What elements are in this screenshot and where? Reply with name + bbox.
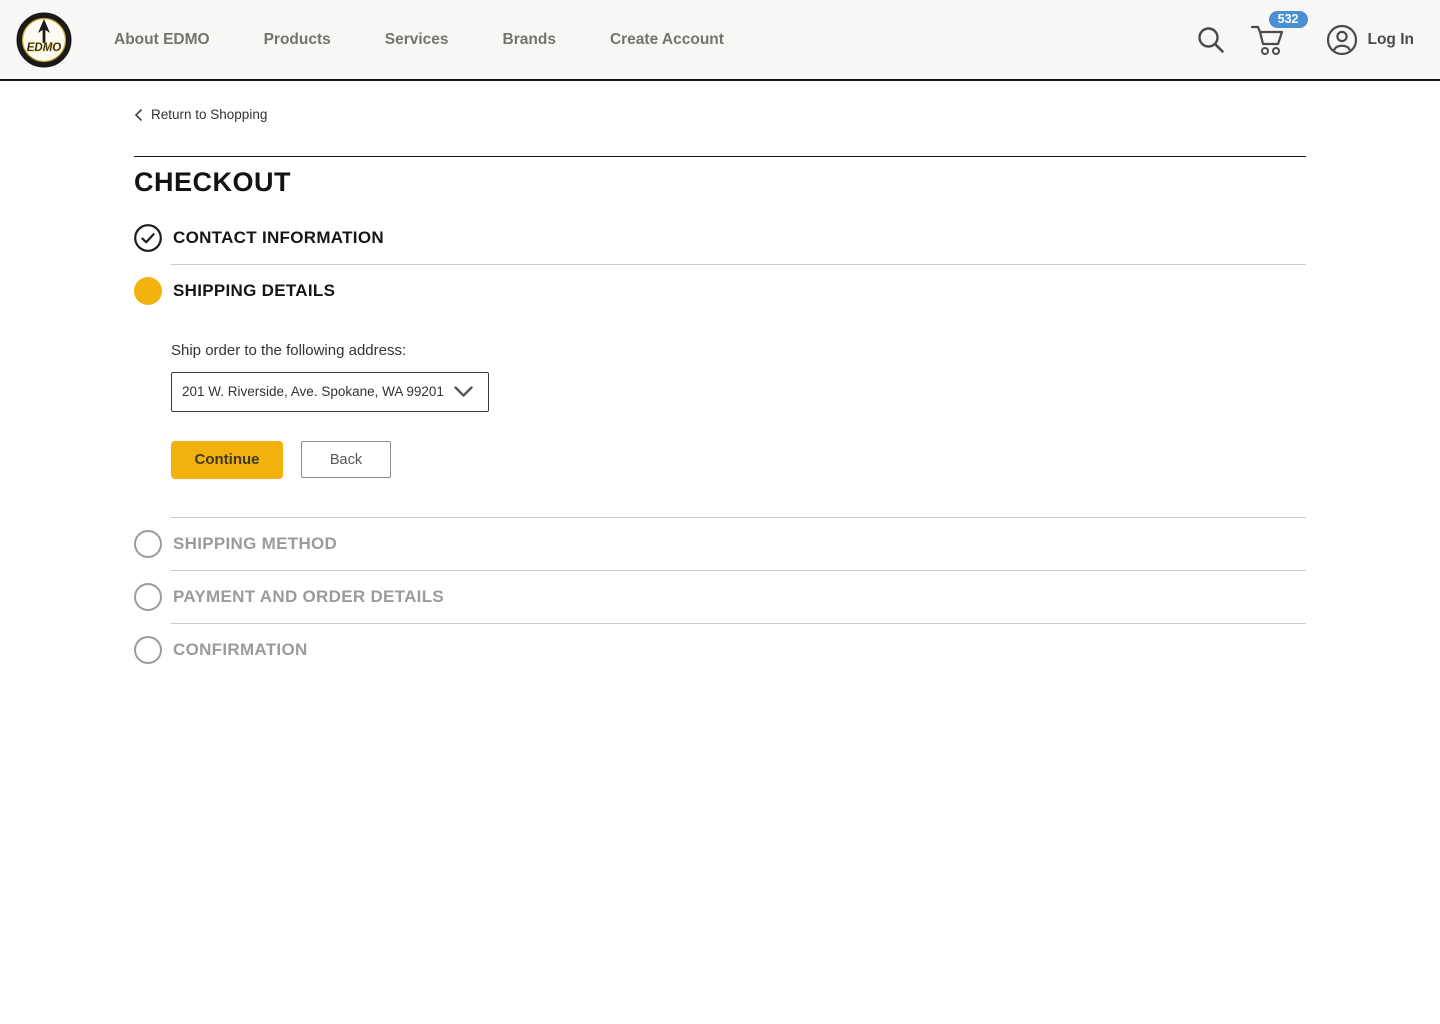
step-confirmation: CONFIRMATION [134,635,1306,664]
back-button[interactable]: Back [301,441,391,478]
login-button[interactable]: Log In [1326,24,1415,56]
checkout-page: Return to Shopping CHECKOUT CONTACT INFO… [0,81,1440,664]
shipping-details-body: Ship order to the following address: 201… [134,342,1306,479]
address-select[interactable]: 201 W. Riverside, Ave. Spokane, WA 99201 [171,371,489,412]
search-icon [1197,26,1224,53]
chevron-left-icon [134,108,143,121]
active-step-dot-icon [134,276,162,305]
continue-button[interactable]: Continue [171,440,283,479]
step-divider [171,622,1306,624]
step-contact-label: CONTACT INFORMATION [173,227,384,247]
page-title: CHECKOUT [134,166,291,197]
edmo-logo-icon: EDMO [16,12,72,67]
step-shipping-method: SHIPPING METHOD [134,529,1306,558]
step-shipping-label: SHIPPING DETAILS [173,280,336,300]
svg-text:EDMO: EDMO [27,42,62,54]
main-nav: About EDMO Products Services Brands Crea… [114,31,724,49]
nav-products[interactable]: Products [264,31,331,49]
login-label: Log In [1367,30,1415,48]
return-link-label: Return to Shopping [151,107,268,122]
check-circle-icon [134,223,162,252]
chevron-down-icon [454,385,473,397]
nav-services[interactable]: Services [385,31,449,49]
pending-step-dot-icon [134,529,162,558]
step-divider [171,569,1306,571]
header-actions: 532 Log In [1196,10,1415,57]
step-shipping-details: SHIPPING DETAILS [134,276,1306,305]
pending-step-dot-icon [134,582,162,611]
account-icon [1326,24,1357,55]
step-shipping-method-label: SHIPPING METHOD [173,533,338,553]
return-to-shopping-link[interactable]: Return to Shopping [134,107,267,122]
cart-count-badge: 532 [1268,10,1308,28]
search-button[interactable] [1196,25,1226,55]
ship-address-label: Ship order to the following address: [171,341,407,359]
step-contact-information[interactable]: CONTACT INFORMATION [134,223,1306,252]
step-payment: PAYMENT AND ORDER DETAILS [134,582,1306,611]
step-divider [171,516,1306,518]
step-divider [171,263,1306,265]
step-confirmation-label: CONFIRMATION [173,639,308,659]
pending-step-dot-icon [134,635,162,664]
nav-create-account[interactable]: Create Account [610,31,724,49]
title-divider [134,155,1306,157]
header: EDMO About EDMO Products Services Brands… [0,0,1440,81]
nav-about-edmo[interactable]: About EDMO [114,31,210,49]
step-payment-label: PAYMENT AND ORDER DETAILS [173,586,445,606]
nav-brands[interactable]: Brands [503,31,556,49]
edmo-logo[interactable]: EDMO [16,12,72,68]
shipping-actions: Continue Back [171,440,1306,479]
address-select-value: 201 W. Riverside, Ave. Spokane, WA 99201 [182,384,444,399]
cart-button[interactable]: 532 [1250,10,1308,57]
